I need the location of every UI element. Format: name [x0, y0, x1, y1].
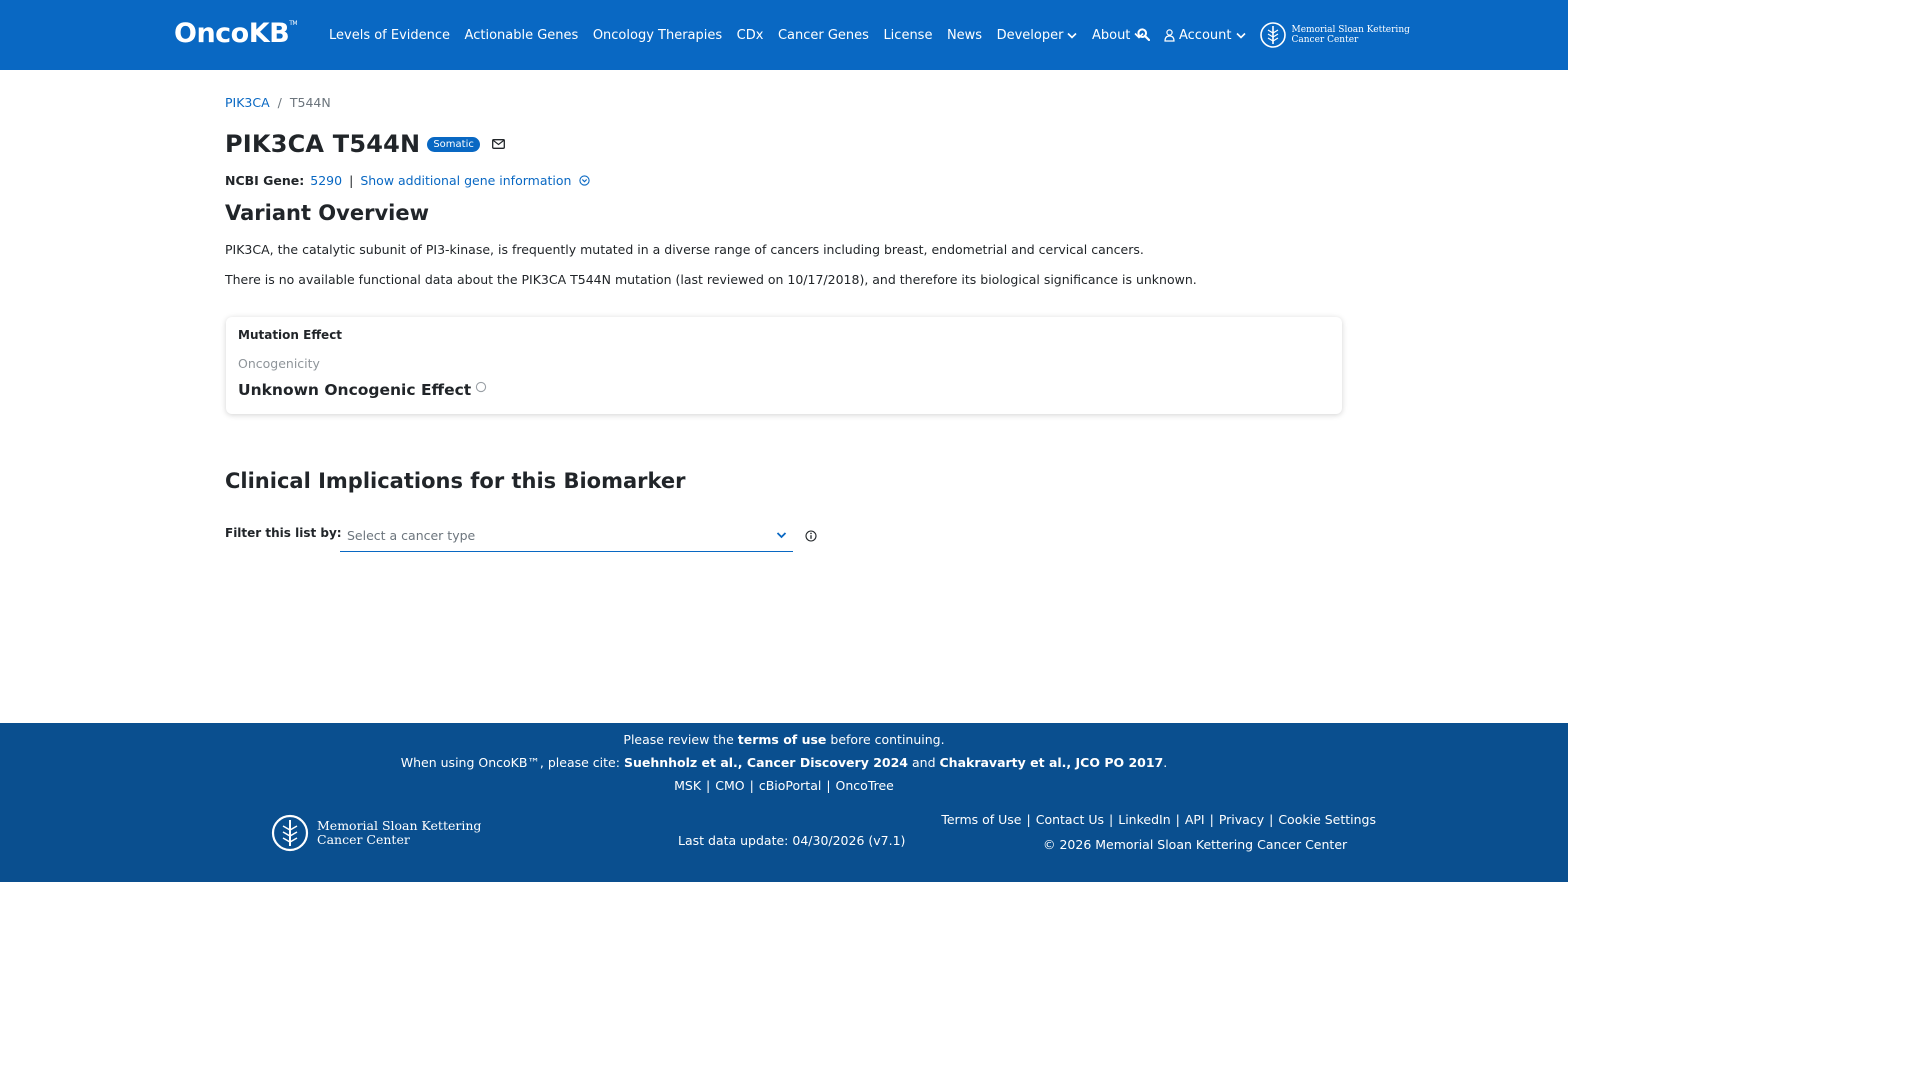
msk-header-logo[interactable]: Memorial Sloan Kettering Cancer Center — [1259, 21, 1410, 49]
last-data-update: Last data update: 04/30/2026 (v7.1) — [678, 833, 906, 848]
footer-msk-text: Memorial Sloan Kettering Cancer Center — [317, 818, 482, 847]
filter-label: Filter this list by: — [225, 526, 342, 540]
nav-levels-of-evidence[interactable]: Levels of Evidence — [329, 28, 450, 43]
somatic-badge: Somatic — [427, 136, 480, 152]
variant-overview-heading: Variant Overview — [225, 201, 429, 225]
user-icon — [1164, 28, 1175, 42]
footer-link-cmo[interactable]: CMO — [715, 778, 744, 793]
info-icon[interactable] — [805, 530, 817, 542]
footer-link-msk[interactable]: MSK — [674, 778, 701, 793]
footer-link-linkedin[interactable]: LinkedIn — [1118, 812, 1170, 827]
nav-news[interactable]: News — [947, 28, 982, 43]
footer-copyright: © 2026 Memorial Sloan Kettering Cancer C… — [1043, 837, 1348, 852]
footer-right-links: Terms of Use | Contact Us | LinkedIn | API | Pri… — [941, 812, 1376, 827]
citation-link-1[interactable]: Suehnholz et al., Cancer Discovery 2024 — [624, 755, 908, 770]
citation-link-2[interactable]: Chakravarty et al., JCO PO 2017 — [940, 755, 1164, 770]
footer: Please review the terms of use before co… — [0, 723, 1568, 882]
nav-cancer-genes[interactable]: Cancer Genes — [778, 28, 869, 43]
oncogenicity-circle-icon[interactable] — [475, 381, 487, 393]
msk-emblem-icon — [271, 814, 309, 852]
nav-oncology-therapies[interactable]: Oncology Therapies — [593, 28, 722, 43]
msk-emblem-icon — [1259, 22, 1286, 48]
footer-link-oncotree[interactable]: OncoTree — [836, 778, 894, 793]
footer-link-cookie-settings[interactable]: Cookie Settings — [1278, 812, 1376, 827]
msk-header-text: Memorial Sloan Kettering Cancer Center — [1291, 25, 1410, 45]
nav-actionable-genes[interactable]: Actionable Genes — [465, 28, 579, 43]
oncokb-logo[interactable]: OncoKBTM — [174, 18, 298, 49]
top-navbar: OncoKBTM Levels of Evidence Actionable G… — [0, 0, 1568, 70]
main-nav: Levels of Evidence Actionable Genes Onco… — [329, 0, 1159, 70]
mutation-effect-title: Mutation Effect — [238, 328, 343, 342]
footer-link-cbioportal[interactable]: cBioPortal — [759, 778, 821, 793]
footer-link-contact[interactable]: Contact Us — [1036, 812, 1104, 827]
variant-summary-text: There is no available functional data ab… — [225, 272, 1197, 287]
breadcrumb-variant: T544N — [289, 95, 331, 110]
footer-msk-logo[interactable]: Memorial Sloan Kettering Cancer Center — [271, 812, 481, 854]
account-dropdown[interactable]: Account — [1164, 28, 1246, 43]
breadcrumb-gene-link[interactable]: PIK3CA — [225, 95, 270, 110]
footer-partner-links: MSK | CMO | cBioPortal | OncoTree — [674, 778, 894, 793]
footer-link-terms[interactable]: Terms of Use — [941, 812, 1021, 827]
chevron-circle-down-icon — [579, 175, 591, 186]
cancer-type-select[interactable]: Select a cancer type — [340, 521, 793, 552]
breadcrumb: PIK3CA / T544N — [225, 95, 331, 110]
footer-citation: When using OncoKB™, please cite: Suehnho… — [400, 755, 1168, 770]
ncbi-gene-label: NCBI Gene: — [225, 173, 305, 188]
mail-icon[interactable] — [491, 139, 505, 149]
oncogenicity-label: Oncogenicity — [238, 356, 320, 371]
nav-license[interactable]: License — [883, 28, 932, 43]
terms-of-use-link[interactable]: terms of use — [738, 732, 827, 747]
oncogenicity-value: Unknown Oncogenic Effect — [238, 381, 487, 399]
search-icon[interactable] — [1137, 26, 1151, 45]
gene-summary-text: PIK3CA, the catalytic subunit of PI3-kin… — [225, 242, 1144, 257]
show-gene-info-toggle[interactable]: Show additional gene information — [360, 173, 591, 188]
footer-terms-notice: Please review the terms of use before co… — [623, 732, 945, 747]
cancer-type-placeholder: Select a cancer type — [347, 528, 476, 543]
ncbi-gene-row: NCBI Gene: 5290 | Show additional gene i… — [225, 173, 591, 188]
clinical-implications-heading: Clinical Implications for this Biomarker — [225, 469, 686, 493]
nav-right: Account Memorial Sloan Kettering Cancer C… — [1137, 0, 1410, 70]
ncbi-gene-link[interactable]: 5290 — [310, 173, 342, 188]
nav-cdx[interactable]: CDx — [737, 28, 764, 43]
chevron-down-icon — [1235, 32, 1246, 39]
footer-link-api[interactable]: API — [1185, 812, 1205, 827]
page-title-row: PIK3CA T544N Somatic — [225, 130, 505, 158]
chevron-down-icon — [776, 532, 787, 539]
mutation-effect-card: Mutation Effect Oncogenicity Unknown Onc… — [226, 317, 1342, 414]
page-title: PIK3CA T544N — [225, 130, 421, 158]
nav-developer-dropdown[interactable]: Developer — [997, 28, 1078, 43]
footer-link-privacy[interactable]: Privacy — [1219, 812, 1264, 827]
chevron-down-icon — [1067, 32, 1078, 39]
